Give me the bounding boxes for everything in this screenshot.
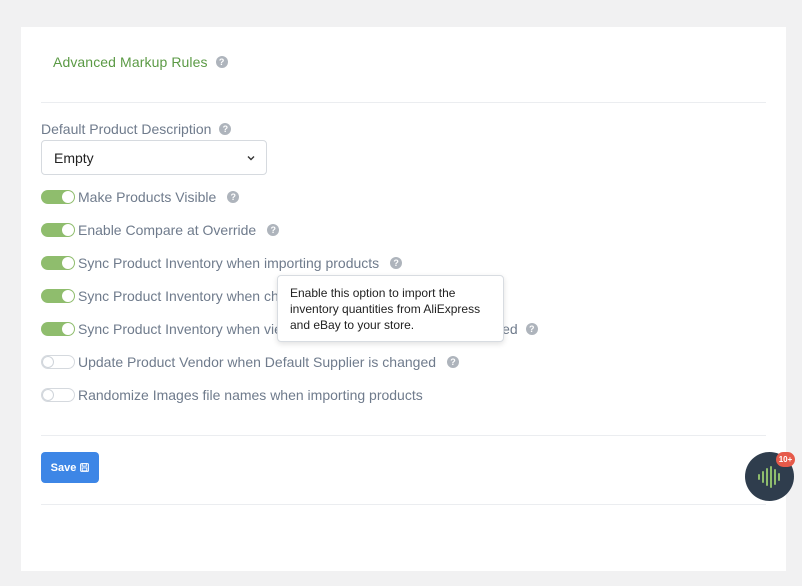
toggle-knob — [62, 290, 74, 302]
divider — [41, 102, 766, 103]
divider — [41, 504, 766, 505]
field-label-text: Default Product Description — [41, 121, 212, 137]
advanced-markup-rules-link[interactable]: Advanced Markup Rules — [53, 54, 208, 70]
save-button[interactable]: Save — [41, 452, 99, 483]
sync-inventory-viewing-toggle[interactable] — [41, 322, 75, 336]
toggle-row-tail: ied ? — [499, 321, 538, 337]
help-icon[interactable]: ? — [267, 224, 280, 236]
sync-inventory-changing-toggle[interactable] — [41, 289, 75, 303]
help-icon[interactable]: ? — [525, 323, 538, 335]
help-icon[interactable]: ? — [447, 356, 460, 368]
toggle-row-update-product-vendor: Update Product Vendor when Default Suppl… — [41, 354, 460, 370]
toggle-knob — [62, 257, 74, 269]
toggle-knob — [62, 191, 74, 203]
toggle-label: Update Product Vendor when Default Suppl… — [78, 354, 437, 370]
toggle-row-sync-inventory-changing: Sync Product Inventory when ch — [41, 288, 279, 304]
toggle-knob — [62, 323, 74, 335]
toggle-label: Randomize Images file names when importi… — [78, 387, 423, 403]
enable-compare-at-override-toggle[interactable] — [41, 223, 75, 237]
sound-wave-icon — [757, 465, 780, 488]
sync-inventory-importing-toggle[interactable] — [41, 256, 75, 270]
advanced-markup-rules-row: Advanced Markup Rules ? — [53, 54, 228, 70]
toggle-row-sync-inventory-importing: Sync Product Inventory when importing pr… — [41, 255, 403, 271]
toggle-label: Enable Compare at Override — [78, 222, 257, 238]
toggle-knob — [42, 389, 54, 401]
make-products-visible-toggle[interactable] — [41, 190, 75, 204]
randomize-images-toggle[interactable] — [41, 388, 75, 402]
toggle-row-make-products-visible: Make Products Visible ? — [41, 189, 240, 205]
toggle-label: Make Products Visible — [78, 189, 217, 205]
default-product-description-label: Default Product Description ? — [41, 121, 232, 137]
chevron-down-icon — [247, 155, 255, 160]
update-product-vendor-toggle[interactable] — [41, 355, 75, 369]
toggle-row-sync-inventory-viewing: Sync Product Inventory when vie — [41, 321, 282, 337]
toggle-label: Sync Product Inventory when ch — [78, 288, 279, 304]
toggle-knob — [42, 356, 54, 368]
help-icon[interactable]: ? — [215, 56, 228, 68]
notification-badge: 10+ — [776, 452, 795, 467]
save-button-label: Save — [50, 461, 77, 474]
divider — [41, 435, 766, 436]
inventory-tooltip: Enable this option to import the invento… — [277, 275, 504, 342]
select-value: Empty — [54, 149, 94, 166]
default-product-description-select[interactable]: Empty — [41, 140, 267, 175]
toggle-row-enable-compare-at-override: Enable Compare at Override ? — [41, 222, 280, 238]
toggle-label: Sync Product Inventory when importing pr… — [78, 255, 380, 271]
settings-card: Advanced Markup Rules ? Default Product … — [21, 27, 786, 571]
help-icon[interactable]: ? — [219, 123, 232, 135]
help-icon[interactable]: ? — [390, 257, 403, 269]
floppy-disk-icon — [80, 463, 90, 472]
toggle-row-randomize-images: Randomize Images file names when importi… — [41, 387, 423, 403]
toggle-label: Sync Product Inventory when vie — [78, 321, 282, 337]
help-icon[interactable]: ? — [227, 191, 240, 203]
toggle-knob — [62, 224, 74, 236]
